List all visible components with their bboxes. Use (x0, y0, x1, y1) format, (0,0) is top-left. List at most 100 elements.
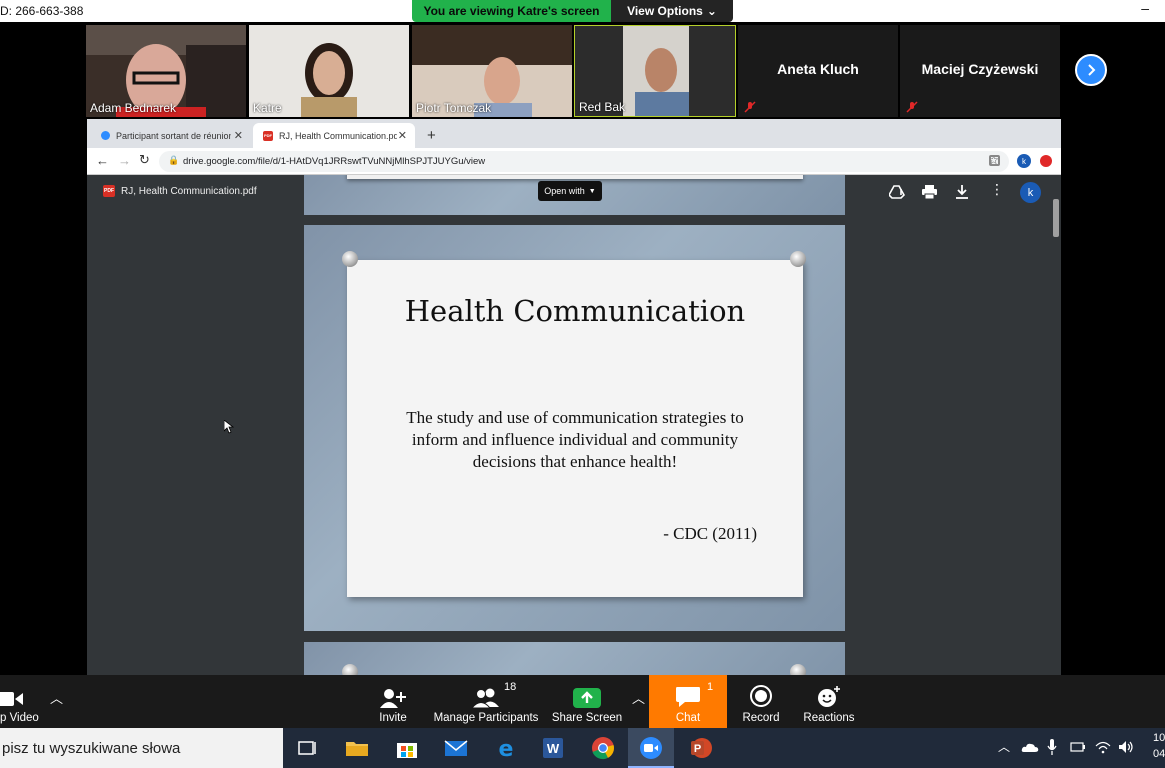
print-icon[interactable] (922, 185, 937, 199)
tab-strip: Participant sortant de réunion ✕ PDF RJ,… (87, 119, 1061, 148)
svg-text:P: P (694, 743, 701, 755)
add-to-drive-icon[interactable] (889, 185, 905, 199)
word-icon[interactable]: W (541, 736, 565, 760)
address-bar: ← → ↻ 🔒 drive.google.com/file/d/1-HAtDVq… (87, 148, 1061, 175)
chevron-right-icon (1088, 64, 1096, 76)
emoji-add-icon (818, 686, 840, 707)
file-explorer-icon[interactable] (345, 736, 369, 760)
share-screen-label: Share Screen (551, 712, 623, 724)
participant-tile[interactable]: Piotr Tomczak (412, 25, 572, 117)
meeting-controls: p Video ︿ Invite Manage Participants 18 (0, 675, 1165, 728)
pdf-icon: PDF (103, 185, 115, 197)
tab-pdf[interactable]: PDF RJ, Health Communication.pdf ✕ (253, 123, 415, 148)
record-label: Record (742, 712, 780, 724)
mouse-cursor-icon (224, 420, 234, 434)
reactions-button[interactable]: Reactions (800, 675, 858, 728)
browser-chrome: Participant sortant de réunion ✕ PDF RJ,… (87, 119, 1061, 175)
view-options-button[interactable]: View Options ⌄ (611, 0, 733, 22)
participant-name: Red Bak (579, 100, 626, 114)
caret-down-icon: ▼ (588, 187, 596, 195)
system-clock[interactable]: 10 04.0 (1153, 730, 1165, 762)
chevron-up-icon[interactable]: ︿ (50, 688, 63, 707)
pdf-file-name: RJ, Health Communication.pdf (121, 185, 257, 197)
view-options-label: View Options (627, 4, 703, 18)
stop-video-label: p Video (0, 712, 39, 724)
next-page-button[interactable] (1075, 54, 1107, 86)
taskbar-search-input[interactable]: pisz tu wyszukiwane słowa (0, 728, 283, 768)
url-text: drive.google.com/file/d/1-HAtDVq1JRRswtT… (183, 156, 486, 167)
back-icon[interactable]: ← (96, 153, 109, 168)
svg-text:W: W (547, 741, 560, 756)
microphone-icon[interactable] (1047, 739, 1057, 755)
participant-count: 18 (504, 681, 517, 693)
video-camera-icon (0, 692, 23, 706)
volume-icon[interactable] (1118, 740, 1134, 754)
participant-name: Katre (253, 101, 282, 115)
profile-avatar[interactable]: k (1020, 182, 1041, 203)
participant-name: Maciej Czyżewski (921, 61, 1039, 77)
add-user-icon (380, 689, 406, 708)
manage-participants-button[interactable]: Manage Participants (430, 675, 542, 728)
zoom-icon (640, 737, 662, 759)
mail-icon[interactable] (444, 736, 468, 760)
zoom-window: D: 266-663-388 You are viewing Katre's s… (0, 0, 1165, 768)
pdf-viewer[interactable]: PDF RJ, Health Communication.pdf Open wi… (87, 175, 1061, 675)
participant-tile[interactable]: Adam Bednarek (86, 25, 246, 117)
chevron-up-icon[interactable]: ︿ (998, 738, 1010, 755)
reactions-label: Reactions (803, 712, 855, 724)
powerpoint-icon[interactable]: P (689, 736, 713, 760)
minimize-button[interactable]: – (1141, 0, 1149, 16)
participant-tile[interactable]: Maciej Czyżewski (900, 25, 1060, 117)
viewing-banner: You are viewing Katre's screen View Opti… (412, 0, 733, 22)
participant-name: Adam Bednarek (90, 101, 177, 115)
record-button[interactable]: Record (738, 675, 784, 728)
reload-icon[interactable]: ↻ (139, 152, 150, 168)
close-icon[interactable]: ✕ (398, 129, 407, 142)
lock-icon: 🔒 (168, 155, 180, 165)
pushpin-icon (342, 664, 358, 675)
store-icon[interactable] (395, 736, 419, 760)
close-icon[interactable]: ✕ (234, 129, 243, 142)
forward-icon[interactable]: → (118, 153, 131, 168)
battery-icon[interactable] (1070, 741, 1086, 753)
chrome-icon[interactable] (591, 736, 615, 760)
download-icon[interactable] (955, 185, 969, 199)
svg-text:e: e (499, 737, 514, 760)
chat-label: Chat (675, 712, 701, 724)
tab-title: RJ, Health Communication.pdf (279, 130, 397, 141)
share-screen-button[interactable]: Share Screen (550, 675, 624, 728)
chevron-down-icon: ⌄ (706, 4, 717, 18)
new-tab-button[interactable]: + (427, 127, 436, 144)
open-with-button[interactable]: Open with ▼ (538, 181, 602, 201)
profile-avatar[interactable]: k (1017, 154, 1031, 168)
edge-browser-icon[interactable]: e (494, 736, 518, 760)
task-view-icon[interactable] (296, 736, 320, 760)
invite-button[interactable]: Invite (370, 675, 416, 728)
participant-tile-active-speaker[interactable]: Red Bak (574, 25, 736, 117)
participant-tile[interactable]: Aneta Kluch (738, 25, 898, 117)
tab-participant[interactable]: Participant sortant de réunion ✕ (91, 123, 251, 148)
participant-name: Aneta Kluch (777, 61, 859, 77)
more-options-icon[interactable]: ⋮ (990, 181, 1004, 198)
chat-button[interactable]: Chat (649, 675, 727, 728)
microphone-muted-icon (744, 101, 756, 113)
taskbar-zoom-active[interactable] (628, 728, 674, 768)
stop-video-button[interactable]: p Video (0, 675, 44, 728)
chevron-up-icon[interactable]: ︿ (632, 688, 645, 707)
search-placeholder: pisz tu wyszukiwane słowa (2, 739, 181, 757)
url-field[interactable]: 🔒 drive.google.com/file/d/1-HAtDVq1JRRsw… (159, 151, 1009, 172)
scrollbar-thumb[interactable] (1053, 199, 1059, 237)
extension-icon[interactable] (989, 155, 1000, 166)
meeting-id: D: 266-663-388 (0, 4, 84, 18)
pdf-icon: PDF (263, 130, 273, 141)
participant-tile[interactable]: Katre (249, 25, 409, 117)
onedrive-icon[interactable] (1021, 742, 1039, 753)
meeting-top-bar: D: 266-663-388 You are viewing Katre's s… (0, 0, 1165, 22)
windows-taskbar: pisz tu wyszukiwane słowa e W P ︿ 10 04 (0, 728, 1165, 768)
pushpin-icon (790, 664, 806, 675)
extension-red-icon[interactable] (1040, 155, 1052, 167)
open-with-label: Open with (544, 186, 585, 196)
slide-paper: Health Communication The study and use o… (347, 260, 803, 597)
microphone-muted-icon (906, 101, 918, 113)
wifi-icon[interactable] (1095, 740, 1111, 754)
